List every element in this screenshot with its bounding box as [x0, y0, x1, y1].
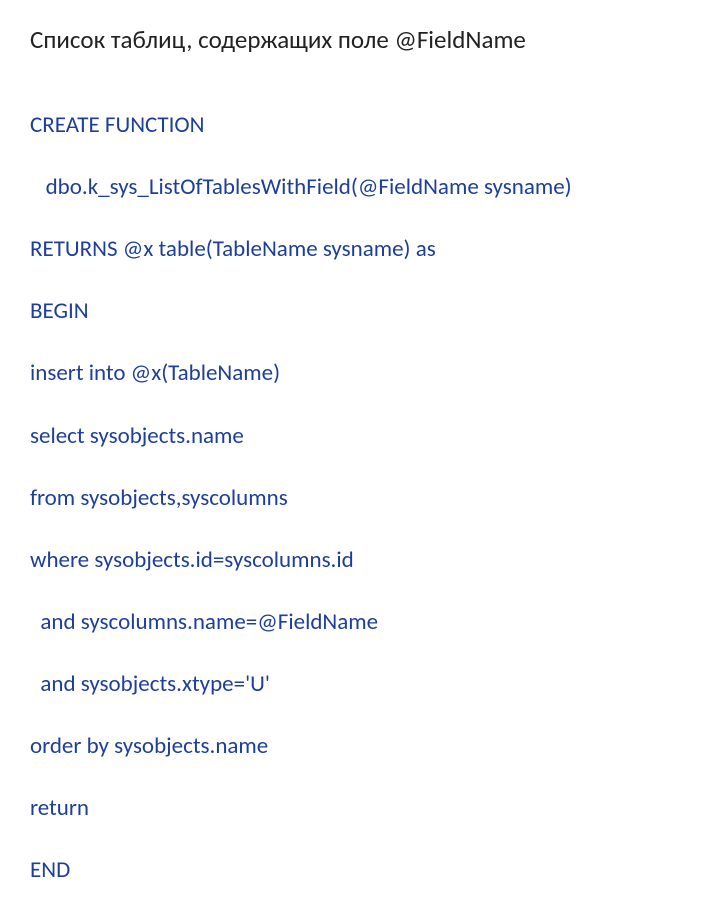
- code-line: insert into @x(TableName): [30, 358, 690, 389]
- code-line: dbo.k_sys_ListOfTablesWithField(@FieldNa…: [30, 172, 690, 203]
- slide-title: Список таблиц, содержащих поле @FieldNam…: [30, 24, 690, 55]
- code-line: RETURNS @x table(TableName sysname) as: [30, 234, 690, 265]
- sql-code-block: CREATE FUNCTION dbo.k_sys_ListOfTablesWi…: [30, 79, 690, 917]
- code-line: return: [30, 793, 690, 824]
- code-line: CREATE FUNCTION: [30, 110, 690, 141]
- code-line: and syscolumns.name=@FieldName: [30, 607, 690, 638]
- code-line: END: [30, 855, 690, 886]
- code-line: order by sysobjects.name: [30, 731, 690, 762]
- code-line: and sysobjects.xtype='U': [30, 669, 690, 700]
- code-line: where sysobjects.id=syscolumns.id: [30, 545, 690, 576]
- code-line: BEGIN: [30, 296, 690, 327]
- code-line: select sysobjects.name: [30, 421, 690, 452]
- code-line: from sysobjects,syscolumns: [30, 483, 690, 514]
